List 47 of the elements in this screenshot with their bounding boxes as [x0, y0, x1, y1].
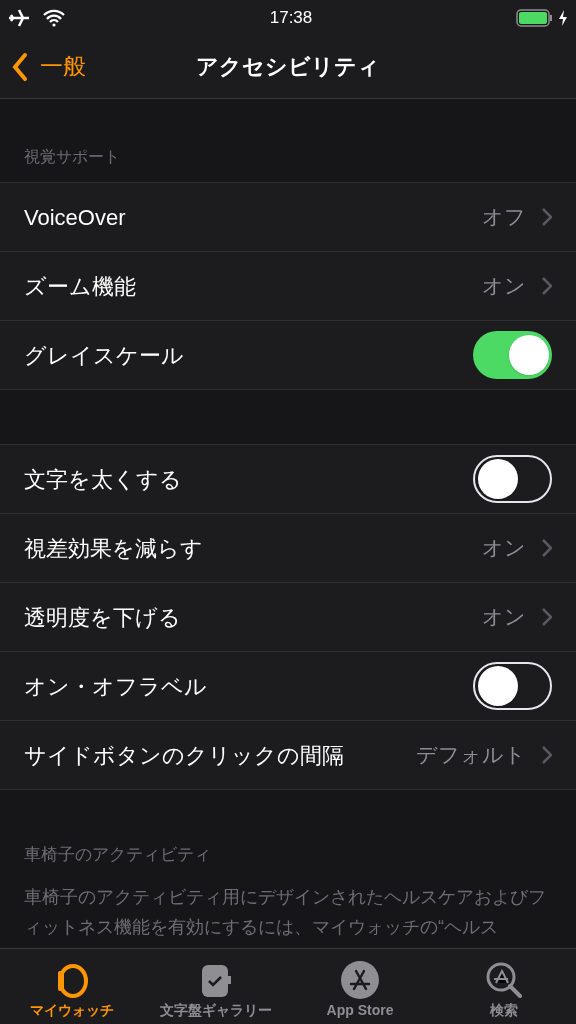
row-value: デフォルト	[416, 742, 526, 769]
row-label: 透明度を下げる	[24, 603, 182, 632]
tab-bar-item[interactable]: マイウォッチ	[0, 949, 144, 1024]
row-label: サイドボタンのクリックの間隔	[24, 741, 345, 770]
row-label: 文字を太くする	[24, 465, 183, 494]
back-chevron-icon	[12, 51, 28, 82]
chevron-icon	[542, 608, 552, 626]
page-title: アクセシビリティ	[196, 53, 380, 81]
row-label: グレイスケール	[24, 341, 185, 370]
row-value: オフ	[482, 204, 526, 231]
status-time: 17:38	[269, 6, 313, 29]
row-value: オン	[482, 273, 526, 300]
chevron-icon	[542, 539, 552, 557]
row-label: 視差効果を減らす	[24, 534, 204, 563]
settings-row[interactable]: 文字を太くする	[0, 445, 576, 514]
toggle-switch[interactable]	[473, 331, 552, 379]
settings-row[interactable]: ズーム機能 オン	[0, 252, 576, 321]
settings-row[interactable]: 透明度を下げる オン	[0, 583, 576, 652]
row-label: オン・オフラベル	[24, 672, 208, 701]
tab-bar-item[interactable]: 文字盤ギャラリー	[144, 949, 288, 1024]
chevron-icon	[542, 208, 552, 226]
wifi-icon	[42, 8, 66, 27]
row-value: オン	[482, 535, 526, 562]
row-label: VoiceOver	[24, 203, 127, 232]
chevron-icon	[542, 277, 552, 295]
chevron-icon	[542, 746, 552, 764]
footer-text: 車椅子のアクティビティ用にデザインされたヘルスケアおよびフィットネス機能を有効にするには、マイウォッチの“ヘルス	[24, 885, 547, 939]
watch-face-icon	[199, 962, 233, 1000]
settings-row[interactable]: サイドボタンのクリックの間隔 デフォルト	[0, 721, 576, 790]
search-icon	[484, 960, 524, 1000]
row-value: オン	[482, 604, 526, 631]
settings-row[interactable]: VoiceOver オフ	[0, 183, 576, 252]
section-header: 車椅子のアクティビティ	[24, 845, 211, 864]
tab-bar-item[interactable]: App Store	[288, 949, 432, 1024]
settings-row[interactable]: オン・オフラベル	[0, 652, 576, 721]
settings-row[interactable]: 視差効果を減らす オン	[0, 514, 576, 583]
battery-icon	[516, 8, 554, 27]
settings-row[interactable]: グレイスケール	[0, 321, 576, 390]
charging-icon	[558, 9, 568, 26]
toggle-switch[interactable]	[473, 662, 552, 710]
app-store-icon	[340, 960, 380, 1000]
row-label: ズーム機能	[24, 272, 137, 301]
toggle-switch[interactable]	[473, 455, 552, 503]
back-button[interactable]: 一般	[12, 49, 86, 84]
airplane-icon	[8, 8, 30, 27]
section-header: 視覚サポート	[24, 146, 120, 167]
tab-bar-item[interactable]: 検索	[432, 949, 576, 1024]
